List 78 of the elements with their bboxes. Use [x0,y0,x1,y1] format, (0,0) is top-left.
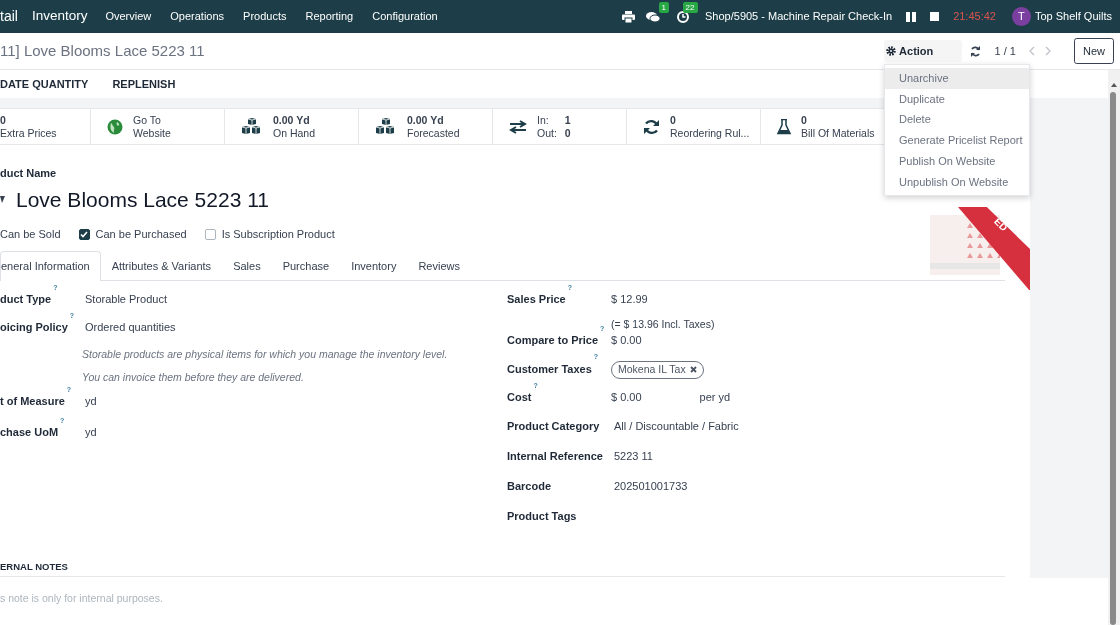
pager: 1 / 1 [994,43,1016,59]
checkbox-label: Can be Purchased [95,227,187,242]
field-label: Internal Reference [507,449,603,462]
action-button[interactable]: Action [883,40,962,62]
timer: 21:45:42 [953,9,996,25]
field-label: Barcode [507,479,552,492]
help-text: You can invoice them before they are delivered. [82,370,305,385]
chat-icon[interactable] [646,11,660,24]
field-label: Cost [507,391,532,404]
field-value: 5223 11 [614,449,653,462]
flask-icon [777,118,791,135]
new-button[interactable]: New [1074,37,1114,65]
field-value: 202501001733 [614,479,688,492]
notification-badge: 22 [682,2,698,14]
field-value: $ 0.00 [611,391,642,404]
breadcrumb: 11] Love Blooms Lace 5223 11 [0,40,205,61]
menu-item[interactable]: Reporting [305,8,354,25]
field-value: yd [85,394,97,409]
field-label: Customer Taxes [507,362,592,375]
field-label: duct Name [0,167,57,179]
header-button[interactable]: DATE QUANTITY [0,75,89,93]
menu-item[interactable]: Overview [105,8,152,25]
field-label: Product Tags [507,509,577,522]
refresh-icon[interactable] [969,45,981,57]
session-name[interactable]: Shop/5905 - Machine Repair Check-In [705,8,893,25]
user-avatar[interactable]: T [1011,7,1031,26]
refresh-icon [643,118,660,135]
tab[interactable]: eneral Information [0,250,101,281]
tab[interactable]: Purchase [271,250,341,280]
menu-item[interactable]: Publish On Website [885,150,1029,172]
field-value: All / Discountable / Fabric [614,419,739,432]
printer-icon[interactable] [622,10,635,23]
help-text: Storable products are physical items for which you manage the inventory level. [82,347,449,362]
check-icon [80,230,89,238]
field-value: Storable Product [85,292,167,307]
stop-icon[interactable] [930,12,940,21]
field-label: t of Measure [0,395,65,407]
user-name[interactable]: Top Shelf Quilts [1034,8,1112,25]
tab[interactable]: Sales [222,250,272,280]
menu-item[interactable]: Unarchive [885,68,1029,89]
app-name: tail [0,7,18,26]
field-label: Compare to Price [507,334,599,347]
globe-icon [107,118,123,135]
checkbox-label: Is Subscription Product [221,227,335,242]
field-label: chase UoM [0,426,59,438]
field-value: $ 12.99 [611,293,648,305]
tab[interactable]: Attributes & Variants [100,250,223,280]
stat-button[interactable]: 0 Extra Prices [0,109,91,144]
field-value: Ordered quantities [85,320,176,335]
field-label: duct Type [0,293,52,305]
section-title: ERNAL NOTES [0,559,1005,577]
field-label: oicing Policy [0,321,68,333]
notification-badge: 1 [658,2,669,14]
checkbox-label: Can be Sold [0,227,61,242]
menu-item[interactable]: Products [243,8,287,25]
tax-included-text: (= $ 13.96 Incl. Taxes) [611,316,715,332]
cubes-icon [375,117,397,136]
menu-item[interactable]: Configuration [372,8,438,25]
checkbox[interactable] [78,228,90,240]
product-name: Love Blooms Lace 5223 11 [16,186,269,213]
pause-icon[interactable] [906,11,917,22]
field-label: Sales Price [507,293,566,305]
menu-item[interactable]: Operations [170,8,225,25]
cubes-icon [241,117,263,136]
field-value: yd [85,425,97,440]
header-button[interactable]: REPLENISH [112,75,176,93]
app-title[interactable]: Inventory [31,6,88,27]
unit-label: per yd [699,391,731,404]
clock-icon[interactable] [676,11,689,24]
field-label: Product Category [507,419,600,432]
remove-icon[interactable] [689,366,697,374]
checkbox[interactable] [204,228,216,240]
tab[interactable]: Reviews [407,250,471,280]
tab[interactable]: Inventory [340,250,408,280]
menu-item[interactable]: Duplicate [885,88,1029,110]
transfer-icon [509,119,527,134]
field-value: $ 0.00 [611,334,642,347]
menu-item[interactable]: Unpublish On Website [885,171,1029,193]
